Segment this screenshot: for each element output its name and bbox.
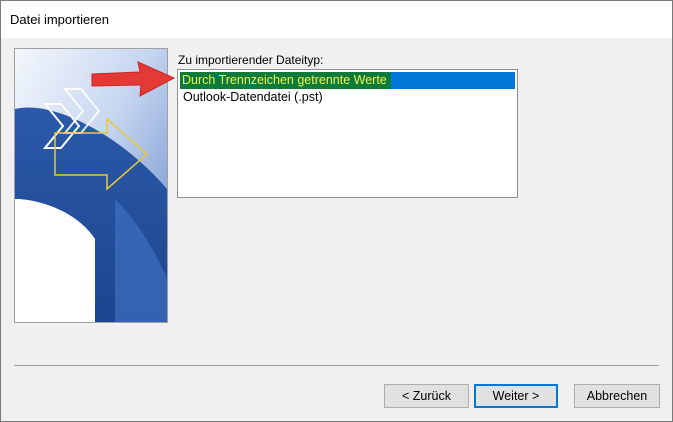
next-button[interactable]: Weiter > [474, 384, 558, 408]
list-item-pst[interactable]: Outlook-Datendatei (.pst) [180, 89, 323, 106]
list-item-label: Outlook-Datendatei (.pst) [183, 90, 323, 104]
back-button[interactable]: < Zurück [384, 384, 469, 408]
cancel-button[interactable]: Abbrechen [574, 384, 660, 408]
import-type-listbox[interactable]: Durch Trennzeichen getrennte Werte Outlo… [177, 69, 518, 198]
separator [14, 365, 659, 366]
title-bar: Datei importieren [1, 1, 672, 38]
import-type-label: Zu importierender Dateityp: [178, 53, 324, 67]
dialog-title: Datei importieren [10, 12, 109, 27]
red-pointer-arrow-icon [91, 61, 176, 97]
list-item-csv[interactable]: Durch Trennzeichen getrennte Werte [180, 72, 515, 89]
list-item-label: Durch Trennzeichen getrennte Werte [180, 72, 391, 89]
